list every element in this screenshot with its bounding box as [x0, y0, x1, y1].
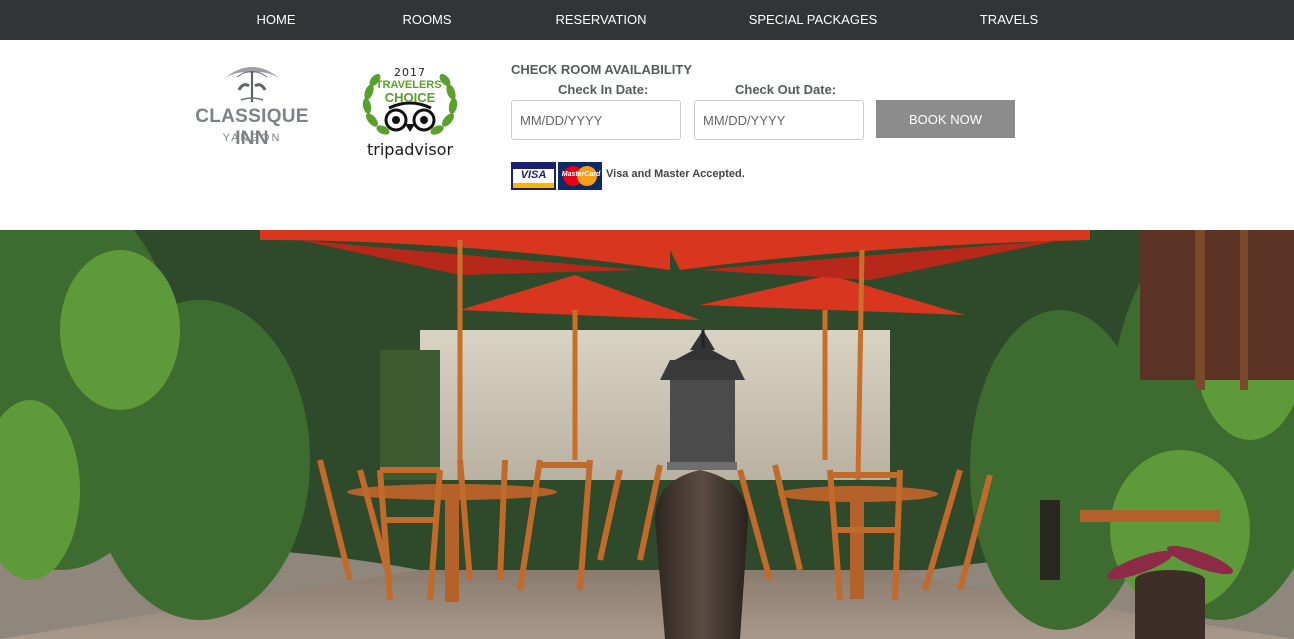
availability-title: CHECK ROOM AVAILABILITY — [511, 62, 693, 77]
check-in-date-input[interactable] — [511, 100, 681, 140]
nav-home[interactable]: HOME — [257, 0, 296, 40]
nav-rooms[interactable]: ROOMS — [402, 0, 451, 40]
check-in-label: Check In Date: — [558, 82, 649, 97]
tripadvisor-wordmark: tripadvisor — [366, 140, 454, 159]
top-navigation: HOME ROOMS RESERVATION SPECIAL PACKAGES … — [0, 0, 1294, 40]
award-line2: CHOICE — [384, 90, 436, 105]
award-year: 2017 — [394, 66, 426, 79]
book-now-button[interactable]: BOOK NOW — [876, 100, 1015, 138]
header: CLASSIQUE INN YANGON 2017 TRAVELERS' CHO… — [0, 40, 1294, 230]
nav-reservation[interactable]: RESERVATION — [555, 0, 646, 40]
mastercard-icon: MasterCard — [558, 162, 602, 190]
nav-special-packages[interactable]: SPECIAL PACKAGES — [749, 0, 878, 40]
mastercard-label: MasterCard — [561, 171, 601, 178]
nav-travels[interactable]: TRAVELS — [980, 0, 1038, 40]
visa-card-icon: VISA — [511, 162, 556, 190]
umbrella-emblem-icon — [225, 67, 279, 102]
payment-note: Visa and Master Accepted. — [606, 168, 745, 180]
tripadvisor-badge[interactable]: 2017 TRAVELERS' CHOICE tripadvisor — [355, 62, 465, 162]
hero-courtyard-image — [0, 230, 1294, 639]
logo-city: YANGON — [222, 132, 282, 144]
check-out-date-input[interactable] — [694, 100, 864, 140]
check-out-label: Check Out Date: — [735, 82, 837, 97]
visa-label: VISA — [520, 169, 547, 181]
hotel-logo[interactable]: CLASSIQUE INN YANGON — [182, 56, 322, 149]
